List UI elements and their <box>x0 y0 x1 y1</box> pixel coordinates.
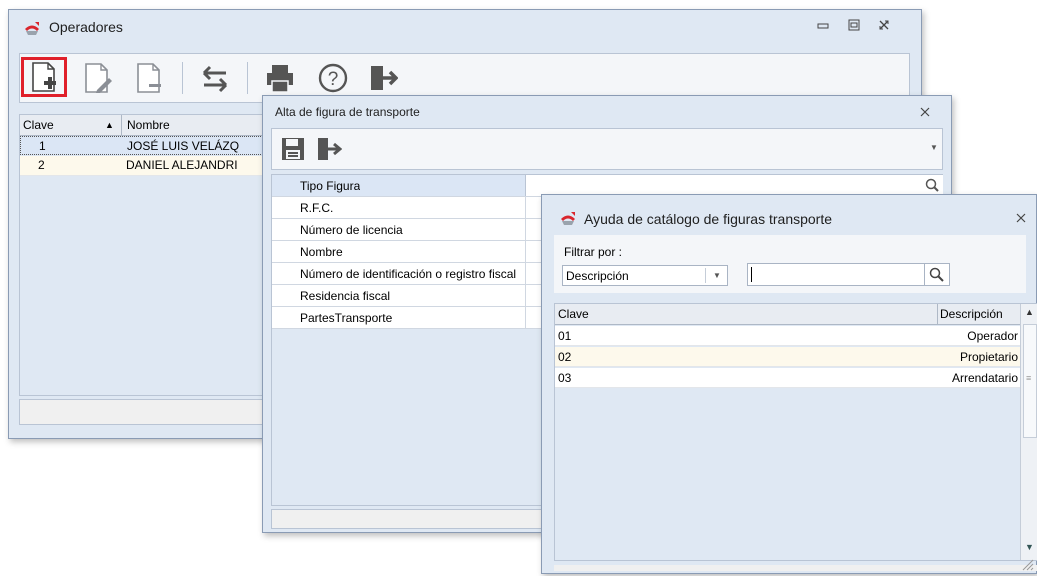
column-header-clave[interactable]: Clave <box>23 118 54 132</box>
text-cursor <box>751 267 752 282</box>
column-separator <box>937 304 938 324</box>
exit-icon[interactable] <box>312 133 346 165</box>
row-nombre: DANIEL ALEJANDRI <box>126 158 238 172</box>
table-row[interactable]: 01 Operador <box>555 326 1020 346</box>
column-separator <box>525 263 526 284</box>
scrollbar-thumb[interactable]: ≡ <box>1023 324 1037 438</box>
column-separator <box>525 241 526 262</box>
lookup-search-icon[interactable] <box>925 178 939 195</box>
property-label: Tipo Figura <box>300 179 361 193</box>
chevron-down-icon[interactable]: ▼ <box>713 271 721 280</box>
close-icon[interactable] <box>873 18 895 35</box>
maximize-icon[interactable] <box>843 18 865 35</box>
row-clave: 01 <box>558 329 572 343</box>
dropdown-separator <box>705 268 706 283</box>
table-row[interactable]: 02 Propietario <box>555 347 1020 367</box>
grip-icon: ≡ <box>1026 373 1032 383</box>
filter-dropdown[interactable]: Descripción ▼ <box>562 265 728 286</box>
row-clave: 02 <box>558 350 572 364</box>
vertical-scrollbar[interactable]: ▲ ≡ ▼ <box>1020 304 1037 560</box>
app-logo-icon <box>23 20 41 39</box>
help-icon[interactable]: ? <box>313 59 353 97</box>
row-descripcion: Propietario <box>959 350 1018 364</box>
column-separator <box>121 115 122 135</box>
window-title: Operadores <box>49 19 123 35</box>
svg-text:?: ? <box>328 69 339 90</box>
close-icon[interactable] <box>1012 212 1030 227</box>
alta-title: Alta de figura de transporte <box>275 105 420 119</box>
resize-grip-icon[interactable] <box>1020 557 1034 574</box>
new-document-icon[interactable] <box>21 57 67 97</box>
column-header-nombre[interactable]: Nombre <box>127 118 170 132</box>
ayuda-titlebar[interactable]: Ayuda de catálogo de figuras transporte <box>542 195 1036 235</box>
row-clave: 1 <box>39 139 46 153</box>
filter-panel: Filtrar por : Descripción ▼ <box>554 235 1026 293</box>
app-logo-icon <box>559 210 577 229</box>
edit-document-icon[interactable] <box>78 59 118 97</box>
column-separator <box>525 197 526 218</box>
printer-icon[interactable] <box>260 59 300 97</box>
column-separator <box>525 219 526 240</box>
row-descripcion: Arrendatario <box>951 371 1018 385</box>
property-label: R.F.C. <box>300 201 334 215</box>
filter-label: Filtrar por : <box>564 245 623 259</box>
alta-titlebar[interactable]: Alta de figura de transporte <box>263 96 951 128</box>
toolbar-separator <box>182 62 183 94</box>
search-button-separator <box>924 264 925 285</box>
property-label: Número de licencia <box>300 223 403 237</box>
tipo-figura-input[interactable] <box>525 175 943 196</box>
search-input[interactable] <box>747 263 950 286</box>
close-icon[interactable] <box>915 106 935 121</box>
ayuda-window: Ayuda de catálogo de figuras transporte … <box>541 194 1037 574</box>
alta-toolbar: ▼ <box>271 128 943 170</box>
search-icon[interactable] <box>929 267 944 285</box>
row-clave: 03 <box>558 371 572 385</box>
column-separator <box>525 285 526 306</box>
catalog-grid: Clave Descripción 01 Operador 02 Propiet… <box>554 303 1037 561</box>
ayuda-statusbar <box>554 565 1037 571</box>
column-header-descripcion[interactable]: Descripción <box>940 307 1003 321</box>
row-nombre: JOSÉ LUIS VELÁZQ <box>127 139 240 153</box>
swap-arrows-icon[interactable] <box>195 59 235 97</box>
exit-icon[interactable] <box>363 59 403 97</box>
delete-document-icon[interactable] <box>130 59 170 97</box>
minimize-icon[interactable] <box>812 18 834 35</box>
row-descripcion: Operador <box>967 329 1018 343</box>
operadores-titlebar[interactable]: Operadores <box>9 10 921 46</box>
sort-ascending-icon: ▲ <box>105 120 114 130</box>
scroll-down-icon[interactable]: ▼ <box>1025 542 1034 552</box>
property-label: Número de identificación o registro fisc… <box>300 267 517 281</box>
column-header-clave[interactable]: Clave <box>558 307 589 321</box>
ayuda-title: Ayuda de catálogo de figuras transporte <box>584 211 833 227</box>
table-row[interactable]: 03 Arrendatario <box>555 368 1020 388</box>
property-label: PartesTransporte <box>300 311 393 325</box>
toolbar-separator <box>247 62 248 94</box>
column-separator <box>525 307 526 328</box>
save-icon[interactable] <box>276 133 310 165</box>
row-clave: 2 <box>38 158 45 172</box>
property-label: Nombre <box>300 245 343 259</box>
scroll-up-icon[interactable]: ▲ <box>1025 307 1034 317</box>
grid-header: Clave Descripción <box>555 304 1020 325</box>
property-label: Residencia fiscal <box>300 289 391 303</box>
filter-selected-value: Descripción <box>566 269 629 283</box>
chevron-down-icon[interactable]: ▼ <box>930 143 938 152</box>
